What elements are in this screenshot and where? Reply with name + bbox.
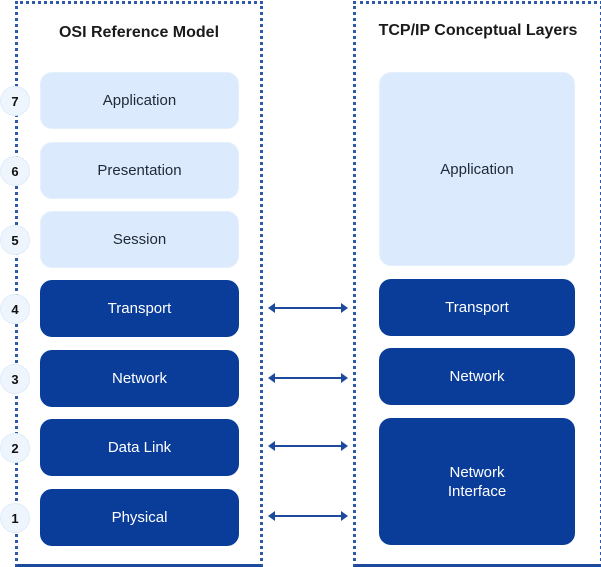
layer-number-badge: 4 (0, 294, 30, 324)
layer-number-badge: 2 (0, 433, 30, 463)
osi-title: OSI Reference Model (58, 24, 220, 41)
network-interface-line1: Network (449, 463, 505, 481)
double-arrow-icon (268, 441, 348, 451)
osi-layer-network: Network (40, 350, 239, 407)
osi-layer-session: Session (40, 211, 239, 268)
osi-layer-presentation: Presentation (40, 142, 239, 199)
double-arrow-icon (268, 373, 348, 383)
double-arrow-icon (268, 303, 348, 313)
layer-number-badge: 6 (0, 156, 30, 186)
layer-number-badge: 3 (0, 364, 30, 394)
osi-layer-data-link: Data Link (40, 419, 239, 476)
osi-layer-application: Application (40, 72, 239, 129)
layer-number-badge: 1 (0, 503, 30, 533)
layer-number-badge: 7 (0, 86, 30, 116)
tcpip-layer-application: Application (379, 72, 575, 266)
tcpip-layer-network-interface: Network Interface (379, 418, 575, 545)
osi-layer-transport: Transport (40, 280, 239, 337)
osi-layer-physical: Physical (40, 489, 239, 546)
tcpip-title: TCP/IP Conceptual Layers (378, 22, 578, 39)
network-interface-line2: Interface (447, 482, 507, 500)
tcpip-layer-network: Network (379, 348, 575, 405)
double-arrow-icon (268, 511, 348, 521)
layer-number-badge: 5 (0, 225, 30, 255)
tcpip-layer-transport: Transport (379, 279, 575, 336)
